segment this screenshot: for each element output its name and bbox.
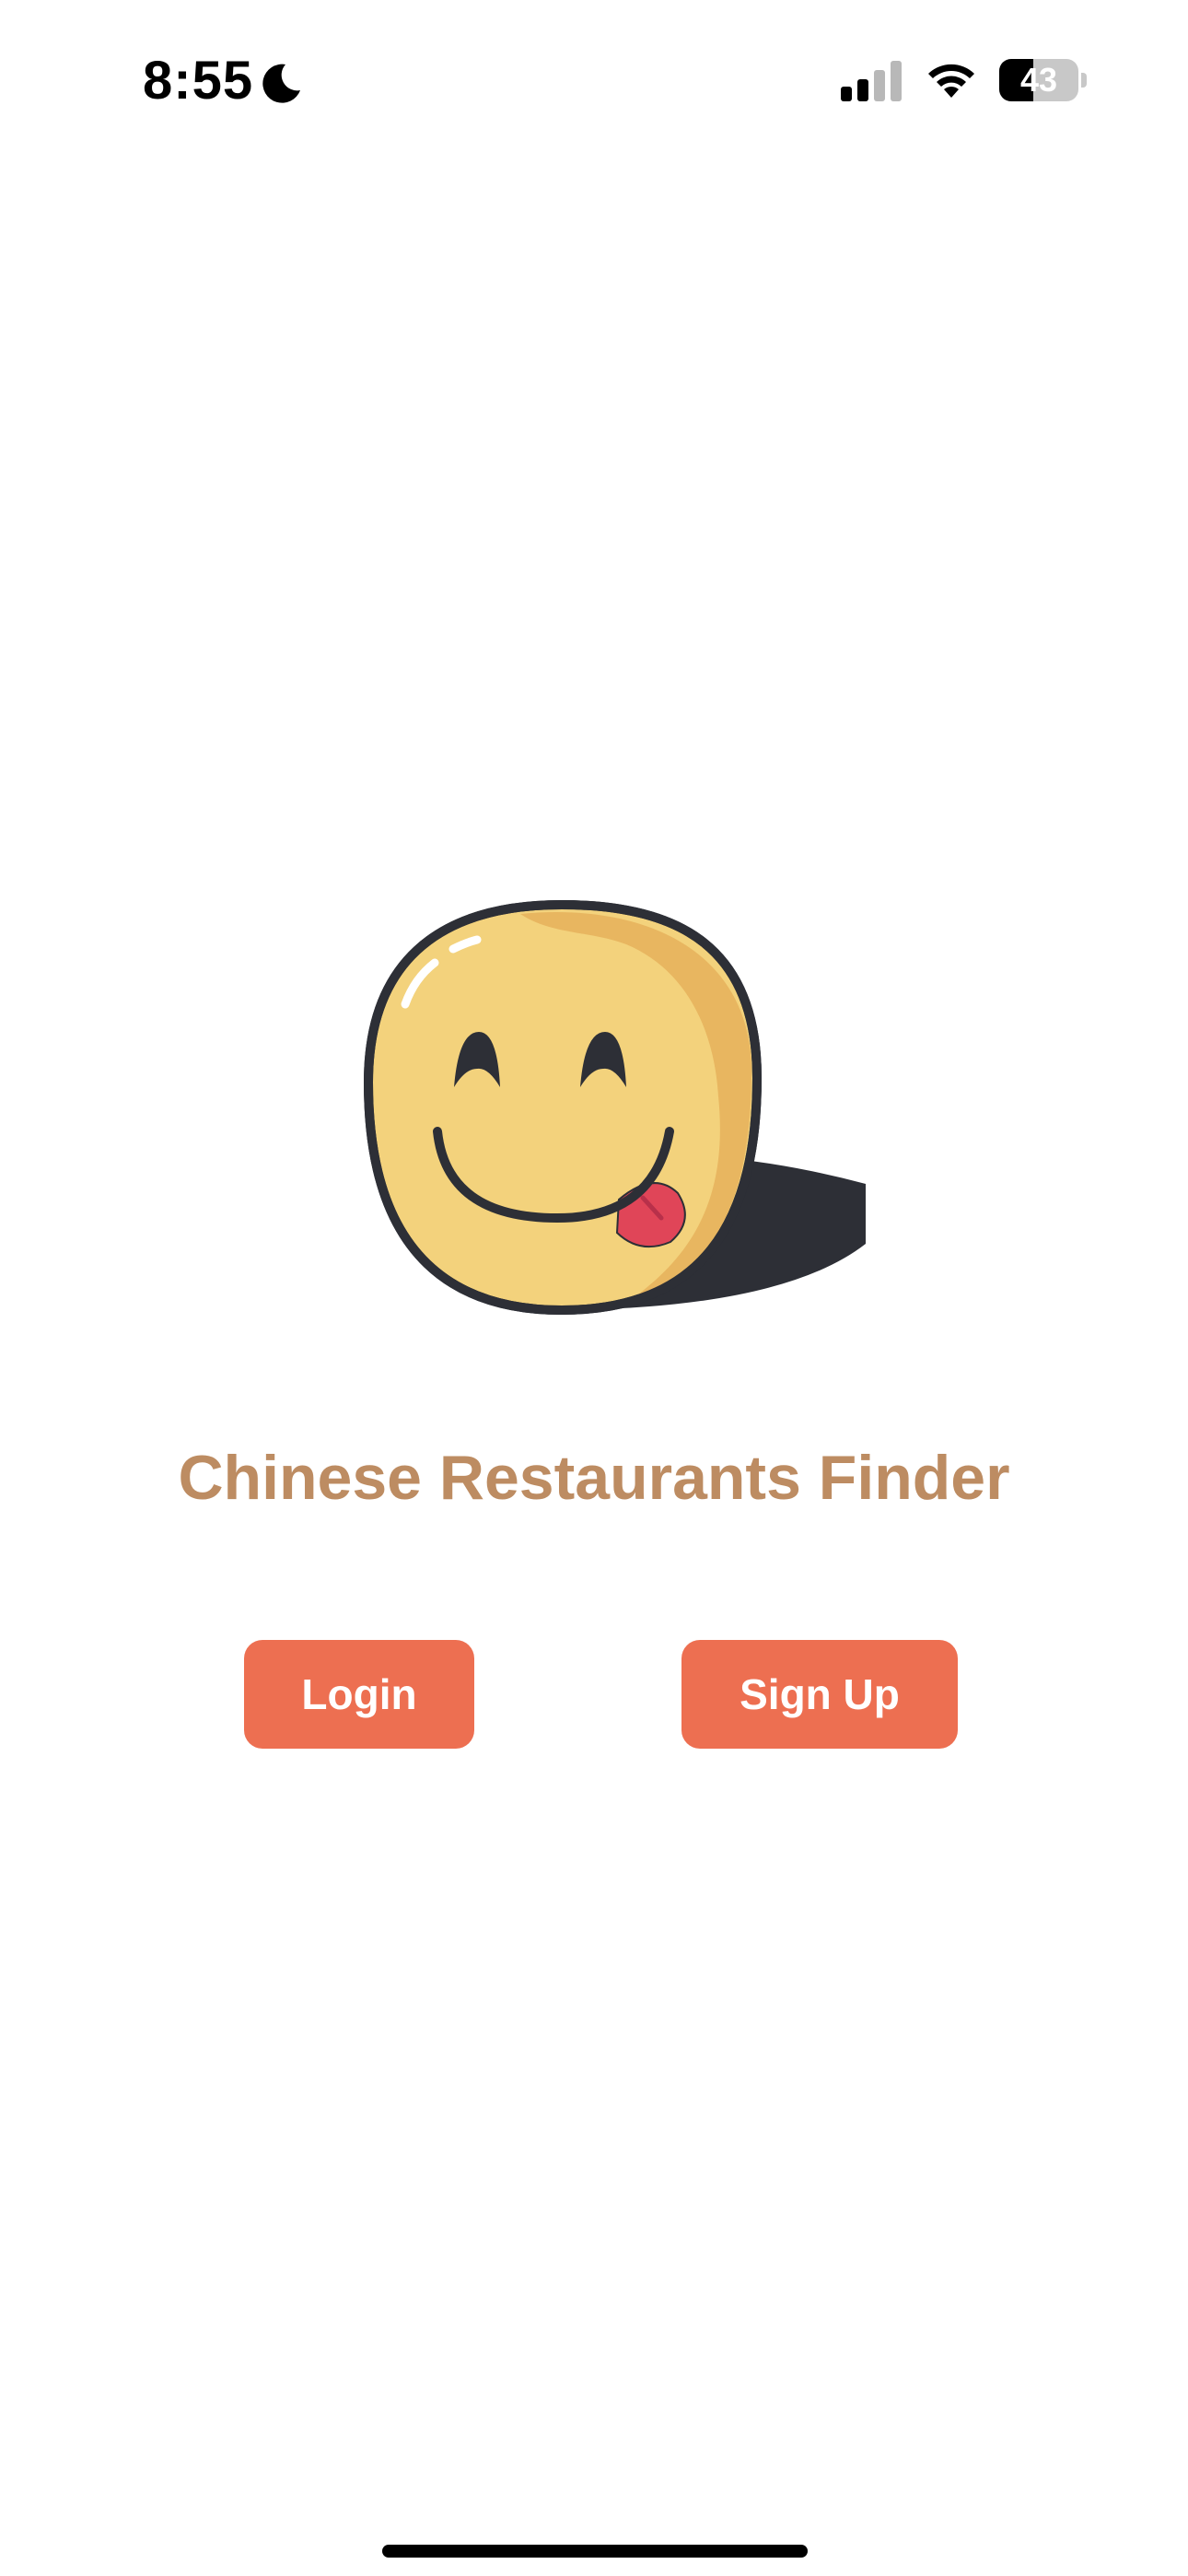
- status-time: 8:55: [143, 51, 254, 111]
- login-button[interactable]: Login: [244, 1640, 474, 1749]
- cellular-signal-icon: [841, 61, 902, 101]
- home-indicator[interactable]: [382, 2545, 808, 2558]
- battery-body: 43: [999, 59, 1078, 101]
- battery-level: 43: [1019, 61, 1058, 99]
- battery-tip: [1081, 73, 1087, 88]
- smiling-bun-face-icon: [363, 899, 866, 1316]
- app-title: Chinese Restaurants Finder: [178, 1443, 1010, 1513]
- wifi-icon: [928, 64, 974, 98]
- status-bar: 8:55 43: [0, 0, 1188, 157]
- battery-icon: 43: [999, 59, 1088, 101]
- sign-up-button[interactable]: Sign Up: [681, 1640, 958, 1749]
- moon-icon: [262, 64, 300, 103]
